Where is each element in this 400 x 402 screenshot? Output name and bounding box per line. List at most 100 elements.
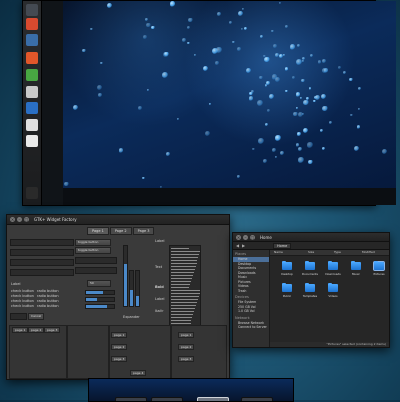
text-editor-icon[interactable]	[26, 86, 38, 98]
sidebar-item-1-0-gb-vol[interactable]: 1.0 GB Vol	[233, 309, 269, 314]
workspace-preview-top[interactable]	[22, 0, 396, 206]
tab-page-2[interactable]: Page 2	[109, 227, 132, 235]
trash-icon[interactable]	[26, 187, 38, 199]
notebook-panel-middle	[67, 325, 109, 379]
combo-box[interactable]	[75, 257, 117, 264]
water-droplet	[308, 87, 312, 90]
water-droplet	[295, 59, 302, 66]
cancel-button[interactable]: Cancel	[28, 313, 45, 320]
folder-label: Pictures	[373, 272, 385, 276]
radio-button-2[interactable]: radio button	[37, 294, 59, 298]
minimize-icon[interactable]: –	[243, 234, 248, 240]
folder-icon[interactable]	[328, 260, 338, 270]
gear-icon[interactable]	[26, 4, 38, 16]
radio-button-4[interactable]: radio button	[37, 304, 59, 308]
water-droplet	[284, 67, 289, 71]
water-droplet	[249, 91, 254, 96]
vertical-slider-1[interactable]	[123, 245, 128, 307]
check-button-4[interactable]: check button	[11, 304, 34, 308]
maximize-icon[interactable]: □	[24, 217, 29, 222]
toggle-button-2[interactable]: toggle button	[75, 247, 111, 254]
tab-page-3-bottom[interactable]: page 3	[44, 327, 61, 333]
water-droplet	[273, 43, 278, 49]
horizontal-slider[interactable]	[85, 304, 115, 309]
tab-page-2-side[interactable]: page 2	[111, 344, 128, 350]
folder-icon[interactable]	[305, 282, 315, 292]
maximize-icon[interactable]: □	[250, 234, 255, 240]
ubuntu-icon[interactable]	[26, 52, 38, 64]
launcher-bar	[23, 1, 42, 205]
water-droplet	[301, 78, 305, 83]
water-droplet	[296, 43, 301, 47]
radio-button-3[interactable]: radio button	[37, 299, 59, 303]
tab-page-2-far[interactable]: page 2	[178, 344, 195, 350]
terminal-icon[interactable]	[26, 102, 38, 114]
tab-page-4-side[interactable]: page 4	[130, 370, 147, 376]
widget-factory-titlebar[interactable]: × – □ GTK+ Widget Factory	[7, 215, 229, 225]
tab-page-1[interactable]: Page 1	[87, 227, 109, 235]
water-droplet	[320, 129, 324, 132]
folder-icon[interactable]	[282, 282, 292, 292]
file-view[interactable]: Name Size Type Modified Desktop Documents…	[270, 250, 389, 342]
folder-icon[interactable]	[305, 260, 315, 270]
column-size[interactable]: Size	[308, 250, 314, 255]
minimize-icon[interactable]: –	[17, 217, 22, 222]
sidebar-item-trash[interactable]: Trash	[233, 289, 269, 294]
combo-entry[interactable]	[10, 239, 74, 246]
document-icon[interactable]	[26, 135, 38, 147]
radio-button-1[interactable]: radio button	[37, 289, 59, 293]
column-name[interactable]: Name	[274, 250, 283, 255]
widget-factory-window[interactable]: × – □ GTK+ Widget Factory Page 1 Page 2 …	[6, 214, 230, 380]
text-view[interactable]	[169, 245, 201, 333]
spin-button[interactable]: 50	[87, 280, 111, 287]
shield-icon[interactable]	[26, 34, 38, 46]
water-droplet	[356, 125, 361, 129]
folder-icon[interactable]	[328, 282, 338, 292]
column-headers: Name Size Type Modified	[270, 250, 389, 256]
forward-icon[interactable]: ▶	[242, 243, 245, 248]
check-button-3[interactable]: check button	[11, 299, 34, 303]
entry-field[interactable]	[75, 267, 117, 274]
vertical-slider-2[interactable]	[129, 270, 134, 307]
download-icon[interactable]	[26, 69, 38, 81]
tab-page-3-far[interactable]: page 3	[178, 356, 195, 362]
label-3: Label	[155, 297, 165, 301]
water-droplet	[278, 53, 283, 58]
water-droplet	[264, 56, 270, 63]
tab-page-1-side[interactable]: page 1	[111, 332, 128, 338]
tab-page-2-bottom[interactable]: page 2	[28, 327, 45, 333]
small-entry[interactable]	[10, 313, 27, 320]
tab-page-1-far[interactable]: page 1	[178, 332, 195, 338]
close-icon[interactable]: ×	[236, 234, 241, 240]
folder-icon[interactable]	[373, 260, 385, 271]
tab-page-1-bottom[interactable]: page 1	[12, 327, 29, 333]
file-manager-titlebar[interactable]: × – □ Home	[233, 233, 389, 242]
sidebar-item-connect-to-server[interactable]: Connect to Server	[233, 325, 269, 330]
water-droplet	[143, 35, 147, 39]
toggle-button-1[interactable]: toggle button	[75, 239, 111, 246]
file-manager-window[interactable]: × – □ Home ◀ ▶ Home Places Home Desktop Doc…	[232, 232, 390, 348]
search-entry[interactable]	[10, 269, 74, 276]
desktop-bottom-strip	[63, 188, 396, 205]
folder-icon[interactable]	[351, 260, 361, 270]
water-droplet	[89, 27, 93, 31]
back-icon[interactable]: ◀	[236, 243, 239, 248]
tab-page-3[interactable]: Page 3	[132, 227, 155, 235]
water-droplet	[265, 123, 268, 127]
text-entry[interactable]	[10, 249, 74, 256]
path-button-home[interactable]: Home	[273, 243, 292, 249]
column-type[interactable]: Type	[334, 250, 341, 255]
workspace-preview-bottom[interactable]	[88, 378, 294, 402]
tab-page-3-side[interactable]: page 3	[111, 356, 128, 362]
vertical-slider-3[interactable]	[135, 270, 140, 307]
expander[interactable]: Expander	[123, 315, 140, 319]
folder-icon[interactable]	[282, 260, 292, 270]
water-droplet	[214, 61, 219, 66]
close-icon[interactable]: ×	[10, 217, 15, 222]
column-modified[interactable]: Modified	[362, 250, 375, 255]
spin-entry[interactable]	[10, 259, 74, 266]
chrome-icon[interactable]	[26, 18, 38, 30]
check-button-2[interactable]: check button	[11, 294, 34, 298]
settings-icon[interactable]	[26, 119, 38, 131]
check-button-1[interactable]: check button	[11, 289, 34, 293]
